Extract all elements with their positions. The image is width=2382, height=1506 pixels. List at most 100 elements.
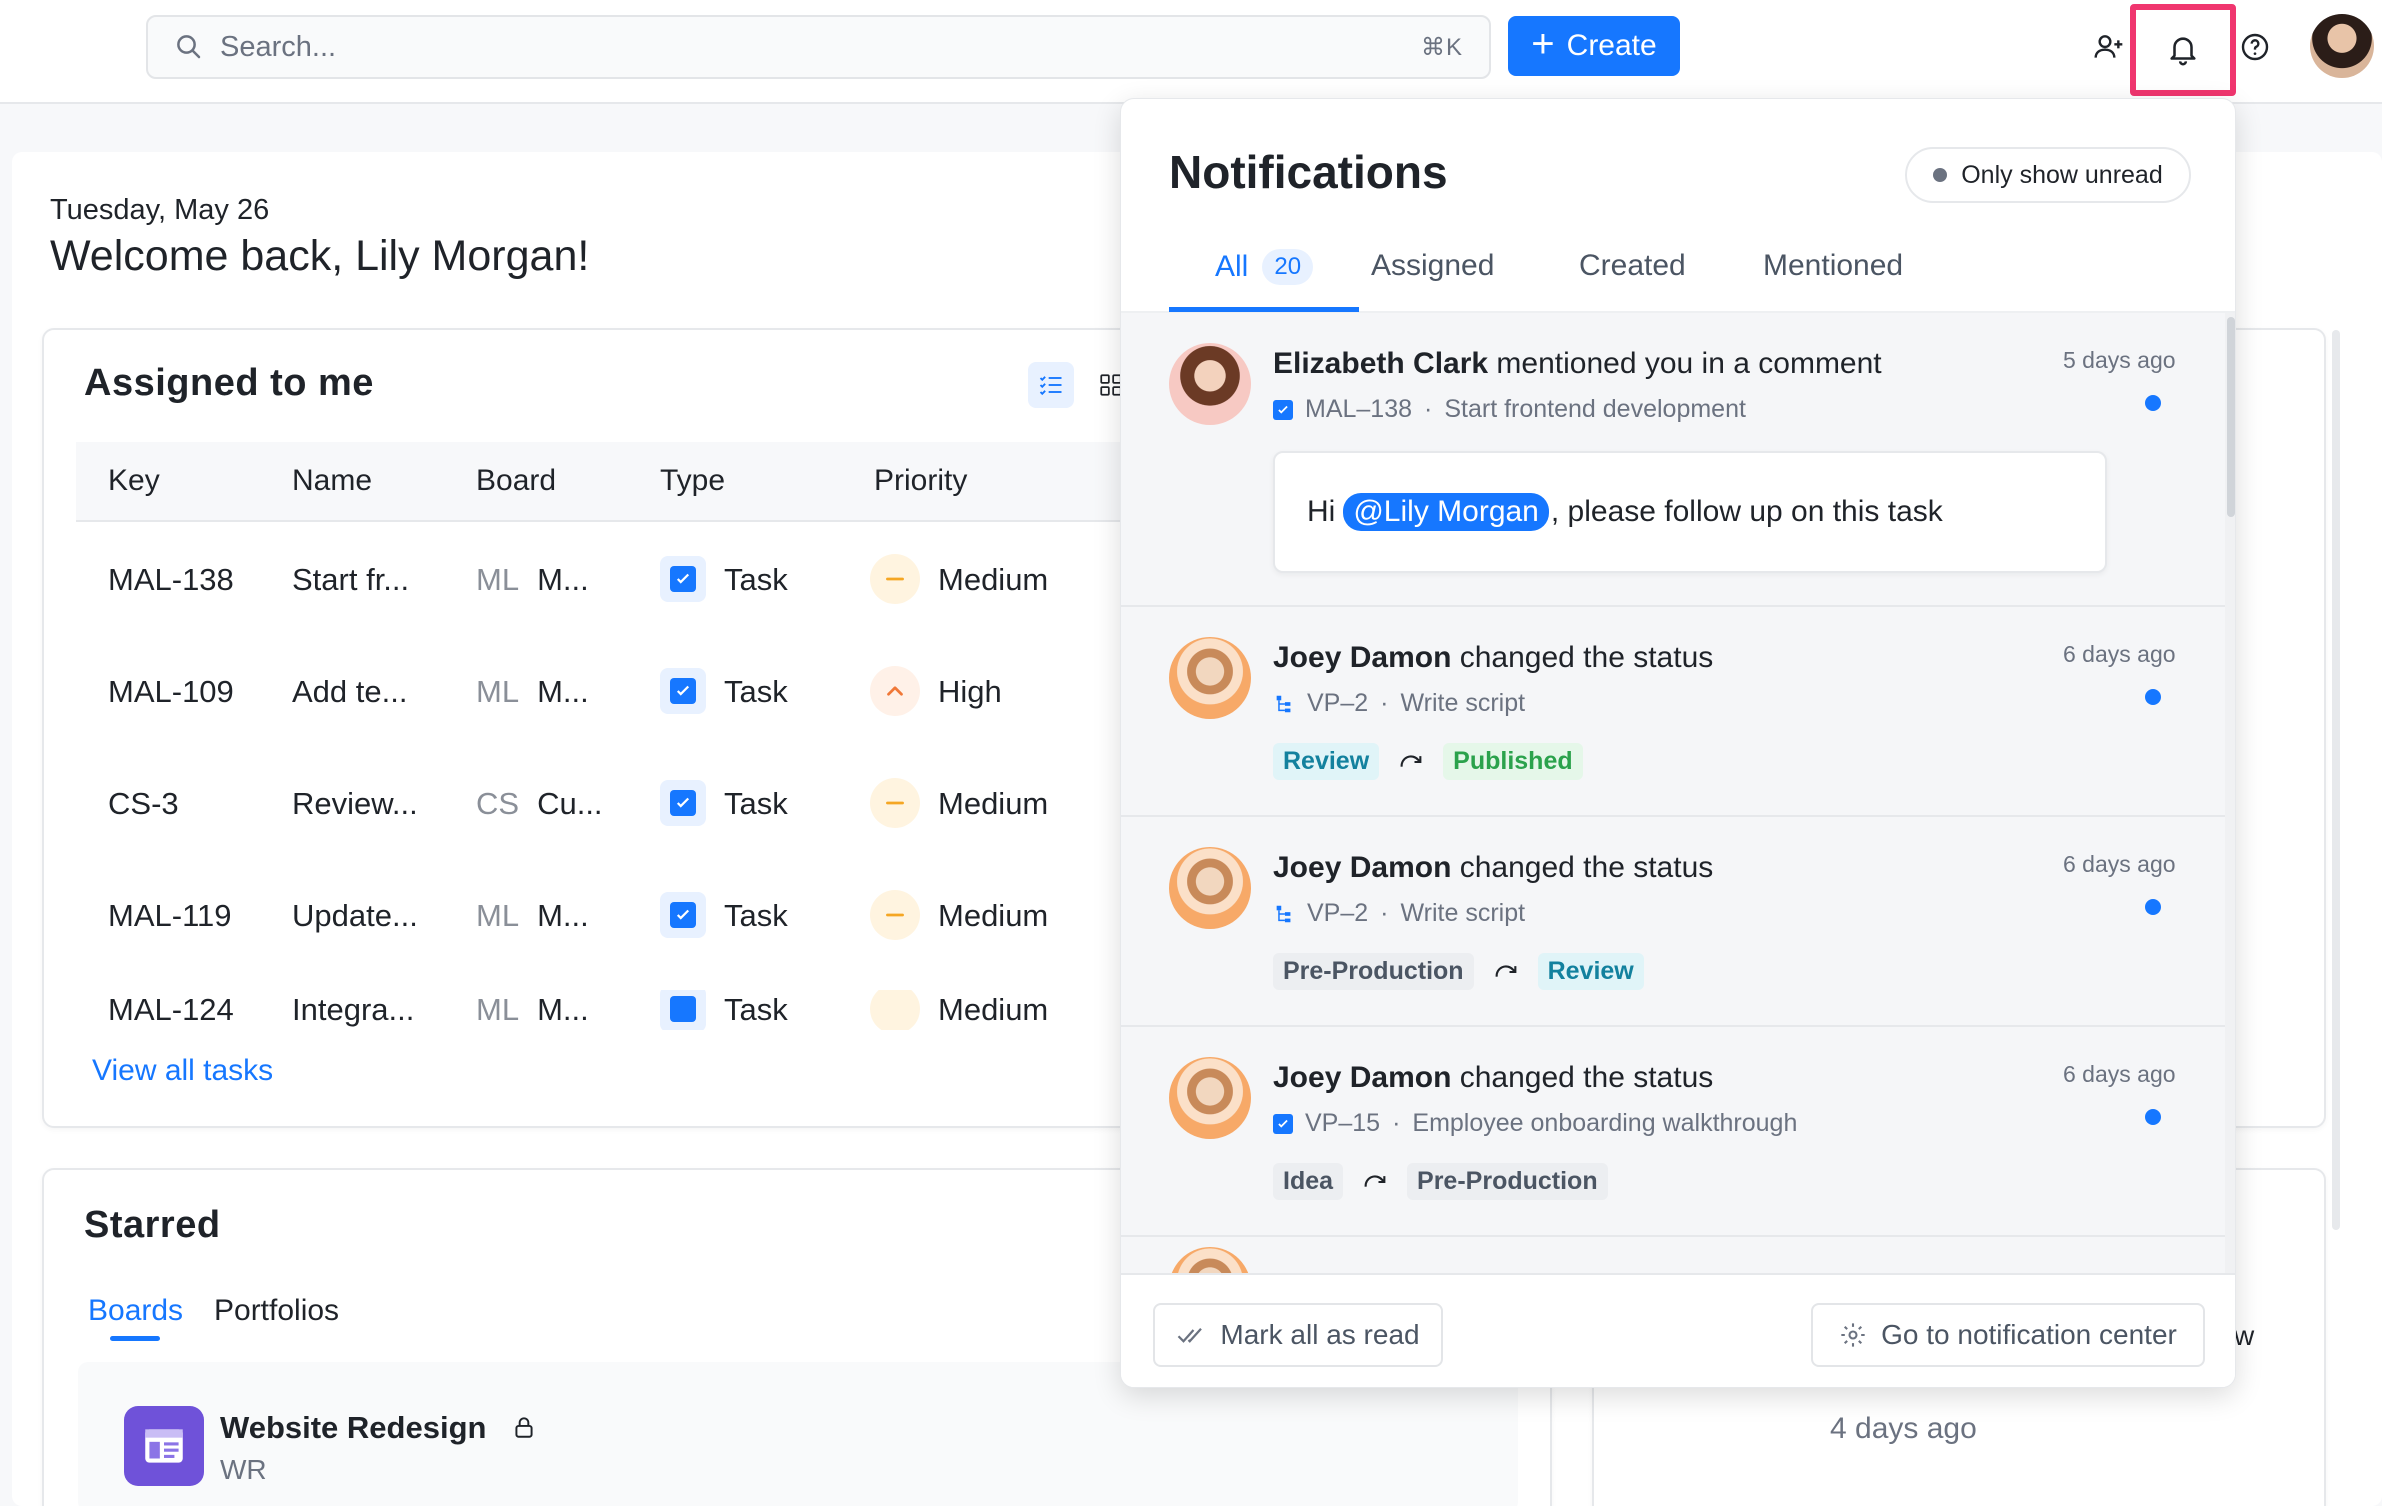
notification-item[interactable]: Elizabeth Clark mentioned you in a comme…	[1121, 313, 2225, 607]
mark-all-read-button[interactable]: Mark all as read	[1153, 1303, 1443, 1367]
status-to: Pre-Production	[1407, 1163, 1608, 1200]
table-row[interactable]: MAL-109 Add te... ML M... Task High	[76, 636, 1136, 748]
task-type-icon	[660, 556, 706, 602]
view-all-tasks-link[interactable]: View all tasks	[92, 1054, 273, 1088]
col-board[interactable]: Board	[476, 464, 556, 498]
board-title-text: Website Redesign	[220, 1410, 487, 1445]
tab-assigned[interactable]: Assigned	[1371, 249, 1494, 283]
current-date: Tuesday, May 26	[50, 194, 270, 226]
table-row[interactable]: MAL-138 Start fr... ML M... Task Medium	[76, 524, 1136, 636]
only-unread-toggle[interactable]: Only show unread	[1905, 147, 2191, 203]
tab-portfolios[interactable]: Portfolios	[214, 1294, 339, 1328]
actor-avatar	[1169, 637, 1251, 719]
tab-boards[interactable]: Boards	[88, 1294, 183, 1328]
notifications-title: Notifications	[1169, 146, 1448, 198]
active-tab-indicator	[1169, 307, 1359, 312]
notification-task: VP–2 · Write script	[1273, 899, 1525, 928]
add-user-icon[interactable]	[2090, 28, 2128, 66]
col-key[interactable]: Key	[108, 464, 160, 498]
high-priority-icon	[870, 666, 920, 716]
toggle-dot-icon	[1933, 168, 1948, 182]
row-board: CS Cu...	[476, 786, 603, 822]
board-name: M...	[537, 674, 589, 709]
row-key: MAL-119	[108, 898, 232, 933]
notification-item[interactable]: Joey Damon changed the status 6 days ago…	[1121, 607, 2225, 817]
actor-name: Elizabeth Clark	[1273, 347, 1489, 380]
actor-avatar	[1169, 1247, 1251, 1273]
notification-task: VP–2 · Write script	[1273, 689, 1525, 718]
tab-created[interactable]: Created	[1579, 249, 1686, 283]
gear-icon	[1841, 1323, 1865, 1347]
col-type[interactable]: Type	[660, 464, 725, 498]
row-name: Review...	[292, 786, 418, 821]
redo-arrow-icon	[1364, 1174, 1386, 1187]
help-icon[interactable]	[2236, 28, 2274, 66]
notification-task: MAL–138 · Start frontend development	[1273, 395, 1746, 424]
table-row[interactable]: CS-3 Review... CS Cu... Task Medium	[76, 748, 1136, 860]
table-row-clipped: MAL-124 Integra... ML M... Task Medium	[76, 990, 1136, 1030]
redo-arrow-icon	[1400, 754, 1422, 767]
board-key: ML	[476, 674, 520, 709]
table-row[interactable]: MAL-124 Integra... ML M... Task Medium	[76, 990, 1136, 1030]
table-header: Key Name Board Type Priority	[76, 442, 1136, 522]
notification-action: changed the status	[1459, 641, 1714, 674]
task-title: Employee onboarding walkthrough	[1412, 1109, 1798, 1137]
row-key: MAL-138	[108, 562, 234, 597]
starred-title: Starred	[84, 1204, 221, 1246]
status-to: Review	[1537, 953, 1644, 990]
tab-mentioned[interactable]: Mentioned	[1763, 249, 1903, 283]
medium-priority-icon	[870, 554, 920, 604]
notifications-panel: Notifications Only show unread All 20 Ass…	[1120, 98, 2236, 1388]
page-scrollbar[interactable]	[2332, 330, 2340, 1230]
search-shortcut: ⌘K	[1420, 33, 1463, 61]
row-type: Task	[724, 562, 788, 597]
col-priority[interactable]: Priority	[874, 464, 967, 498]
board-logo-icon	[124, 1406, 204, 1486]
task-title: Write script	[1400, 899, 1526, 927]
task-key: MAL–138	[1305, 395, 1413, 423]
row-key: CS-3	[108, 786, 179, 821]
tab-all-count: 20	[1262, 249, 1314, 285]
col-name[interactable]: Name	[292, 464, 372, 498]
recent-time: 4 days ago	[1830, 1412, 1977, 1445]
create-button[interactable]: + Create	[1508, 16, 1680, 76]
separator-dot: ·	[1380, 899, 1389, 927]
board-name: M...	[537, 562, 589, 597]
search-bar[interactable]: Search... ⌘K	[146, 15, 1491, 79]
row-priority: Medium	[938, 786, 1049, 821]
tab-all[interactable]: All 20	[1215, 249, 1314, 285]
notification-headline: Elizabeth Clark mentioned you in a comme…	[1273, 347, 1882, 381]
task-checkbox-icon	[1273, 1113, 1293, 1134]
row-board: ML M...	[476, 992, 589, 1028]
table-row[interactable]: MAL-119 Update... ML M... Task Medium	[76, 860, 1136, 972]
welcome-heading: Welcome back, Lily Morgan!	[50, 232, 590, 280]
board-key: ML	[476, 992, 520, 1027]
notification-scroll-thumb[interactable]	[2227, 317, 2235, 517]
task-title: Start frontend development	[1444, 395, 1746, 423]
board-name: Cu...	[537, 786, 603, 821]
row-priority: Medium	[938, 992, 1049, 1027]
actor-avatar	[1169, 343, 1251, 425]
separator-dot: ·	[1424, 395, 1433, 423]
notification-item[interactable]: Joey Damon changed the status 6 days ago…	[1121, 1027, 2225, 1237]
notifications-button[interactable]	[2130, 4, 2236, 96]
medium-priority-icon	[870, 990, 920, 1030]
list-view-icon[interactable]	[1028, 362, 1074, 408]
board-name: M...	[537, 898, 589, 933]
medium-priority-icon	[870, 778, 920, 828]
row-priority: Medium	[938, 898, 1049, 933]
notification-task: VP–15 · Employee onboarding walkthrough	[1273, 1109, 1797, 1138]
notification-item[interactable]: Joey Damon changed the status 6 days ago…	[1121, 817, 2225, 1027]
row-name: Start fr...	[292, 562, 410, 597]
row-board: ML M...	[476, 674, 589, 710]
actor-name: Joey Damon	[1273, 641, 1452, 674]
row-board: ML M...	[476, 898, 589, 934]
mention-tag[interactable]: @Lily Morgan	[1343, 493, 1549, 531]
task-type-icon	[660, 990, 706, 1030]
quote-prefix: Hi	[1307, 495, 1336, 528]
notification-center-button[interactable]: Go to notification center	[1811, 1303, 2205, 1367]
notification-time: 5 days ago	[2063, 347, 2176, 373]
row-name: Add te...	[292, 674, 408, 709]
user-avatar[interactable]	[2310, 14, 2374, 78]
unread-dot	[2145, 899, 2161, 915]
